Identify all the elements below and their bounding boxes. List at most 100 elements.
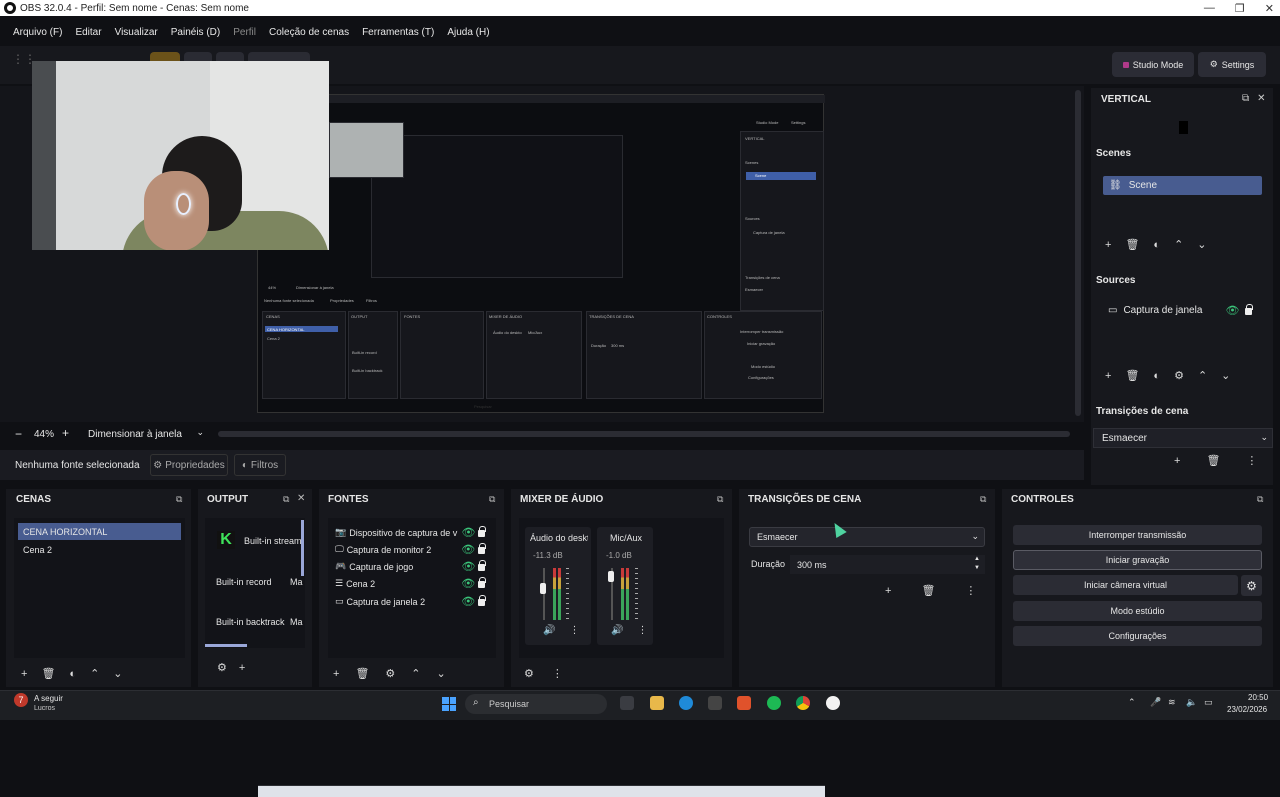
trash-icon[interactable]: 🗑 — [41, 667, 55, 680]
volume-fader-knob[interactable] — [608, 571, 614, 582]
speaker-icon[interactable]: 🔊 — [611, 625, 623, 636]
eye-icon[interactable]: 👁 — [461, 560, 475, 573]
news-widget-icon[interactable]: 7 — [14, 693, 28, 707]
source-item[interactable]: ▭ Captura de janela 2 👁 — [335, 595, 486, 608]
menu-paineis[interactable]: Painéis (D) — [171, 27, 220, 38]
undock-icon[interactable]: ⧉ — [717, 494, 723, 505]
preview-horizontal-scrollbar[interactable] — [218, 431, 1070, 437]
file-explorer-icon[interactable] — [650, 696, 664, 710]
undock-icon[interactable]: ⧉ — [283, 494, 289, 505]
chevron-up-icon[interactable]: ⌃ — [1174, 238, 1183, 251]
lock-icon[interactable] — [478, 526, 486, 537]
undock-icon[interactable]: ⧉ — [176, 494, 182, 505]
undock-icon[interactable]: ⧉ — [1257, 494, 1263, 505]
microphone-icon[interactable]: 🎤 — [1150, 697, 1161, 708]
output-scroll-indicator[interactable] — [205, 644, 247, 647]
vertical-transition-select[interactable]: Esmaecer ⌄ — [1093, 428, 1273, 448]
minimize-icon[interactable]: — — [1204, 2, 1215, 14]
undock-icon[interactable]: ⧉ — [980, 494, 986, 505]
grip-handle-icon[interactable]: ⋮⋮ — [12, 53, 36, 74]
preview-vertical-scrollbar[interactable] — [1075, 90, 1081, 416]
close-icon[interactable]: ✕ — [1257, 93, 1265, 104]
duration-input[interactable]: 300 ms ▲ ▼ — [790, 555, 985, 574]
eye-icon[interactable]: 👁 — [1225, 304, 1239, 317]
obs-taskbar-icon[interactable] — [826, 696, 840, 710]
transition-select[interactable]: Esmaecer ⌄ — [749, 527, 985, 547]
network-icon[interactable]: ≋ — [1168, 697, 1176, 708]
maximize-icon[interactable]: ❐ — [1235, 2, 1245, 15]
volume-fader-knob[interactable] — [540, 583, 546, 594]
stop-streaming-button[interactable]: Interromper transmissão — [1013, 525, 1262, 545]
source-item[interactable]: 🖵 Captura de monitor 2 👁 — [335, 543, 486, 556]
studio-mode-control-button[interactable]: Modo estúdio — [1013, 601, 1262, 621]
lock-icon[interactable] — [478, 543, 486, 554]
trash-icon[interactable]: 🗑 — [1125, 369, 1139, 382]
spotify-icon[interactable] — [767, 696, 781, 710]
settings-button[interactable]: ⚙ Settings — [1198, 52, 1266, 77]
add-icon[interactable]: + — [1174, 455, 1180, 467]
menu-ajuda[interactable]: Ajuda (H) — [447, 27, 489, 38]
more-icon[interactable]: ⋮ — [1246, 454, 1257, 467]
source-item[interactable]: 🎮 Captura de jogo 👁 — [335, 560, 486, 573]
taskbar-date[interactable]: 23/02/2026 — [1227, 705, 1267, 714]
taskbar-search[interactable]: ⌕ Pesquisar — [465, 694, 607, 714]
virtual-camera-settings-button[interactable]: ⚙ — [1241, 575, 1262, 596]
chevron-up-icon[interactable]: ⌃ — [1198, 369, 1207, 382]
chevron-down-icon[interactable]: ⌄ — [437, 667, 446, 680]
tray-chevron-up-icon[interactable]: ⌃ — [1128, 697, 1136, 708]
chevron-down-icon[interactable]: ⌄ — [113, 667, 122, 680]
eye-icon[interactable]: 👁 — [461, 577, 475, 590]
output-vertical-scrollbar[interactable] — [301, 520, 304, 576]
add-icon[interactable]: + — [1105, 370, 1111, 382]
source-item[interactable]: 📷 Dispositivo de captura de vídeo 👁 — [335, 526, 486, 539]
configuracoes-button[interactable]: Configurações — [1013, 626, 1262, 646]
brave-browser-icon[interactable] — [737, 696, 751, 710]
lock-icon[interactable] — [478, 577, 486, 588]
lock-icon[interactable] — [1245, 304, 1254, 315]
gear-icon[interactable]: ⚙ — [524, 667, 534, 680]
undock-icon[interactable]: ⧉ — [489, 494, 495, 505]
trash-icon[interactable]: 🗑 — [921, 584, 935, 597]
trash-icon[interactable]: 🗑 — [1125, 238, 1139, 251]
add-icon[interactable]: + — [333, 668, 339, 680]
close-icon[interactable]: ✕ — [297, 493, 305, 504]
filter-icon[interactable]: ◐ — [69, 668, 76, 680]
menu-editar[interactable]: Editar — [75, 27, 101, 38]
taskbar-time[interactable]: 20:50 — [1248, 693, 1268, 702]
eye-icon[interactable]: 👁 — [461, 595, 475, 608]
edge-browser-icon[interactable] — [679, 696, 693, 710]
menu-ferramentas[interactable]: Ferramentas (T) — [362, 27, 434, 38]
chevron-up-icon[interactable]: ⌃ — [90, 667, 99, 680]
add-icon[interactable]: + — [1105, 239, 1111, 251]
start-recording-button[interactable]: Iniciar gravação — [1013, 550, 1262, 570]
zoom-out-icon[interactable]: − — [15, 427, 22, 441]
more-icon[interactable]: ⋮ — [552, 667, 563, 680]
more-icon[interactable]: ⋮ — [569, 625, 579, 636]
eye-icon[interactable]: 👁 — [461, 543, 475, 556]
zoom-in-icon[interactable]: + — [62, 426, 69, 440]
filter-icon[interactable]: ◐ — [1153, 370, 1160, 382]
vertical-source-item[interactable]: ▭ Captura de janela 👁 — [1108, 304, 1254, 317]
undock-icon[interactable]: ⧉ — [1242, 93, 1249, 104]
trash-icon[interactable]: 🗑 — [1206, 454, 1220, 467]
menu-visualizar[interactable]: Visualizar — [115, 27, 158, 38]
scene-item-cena-2[interactable]: Cena 2 — [18, 541, 181, 558]
add-icon[interactable]: + — [885, 585, 891, 597]
windows-start-icon[interactable] — [442, 697, 456, 711]
studio-mode-button[interactable]: Studio Mode — [1112, 52, 1194, 77]
eye-icon[interactable]: 👁 — [461, 526, 475, 539]
lock-icon[interactable] — [478, 560, 486, 571]
more-icon[interactable]: ⋮ — [965, 584, 976, 597]
task-view-icon[interactable] — [620, 696, 634, 710]
trash-icon[interactable]: 🗑 — [355, 667, 369, 680]
gear-icon[interactable]: ⚙ — [385, 667, 395, 680]
vertical-scene-item[interactable]: ⛓ Scene — [1103, 176, 1262, 195]
menu-arquivo[interactable]: Arquivo (F) — [13, 27, 62, 38]
scale-mode-select[interactable]: Dimensionar à janela ⌄ — [82, 426, 210, 442]
spinner-arrows-icon[interactable]: ▲ ▼ — [974, 555, 980, 573]
volume-fader-track[interactable] — [543, 568, 545, 620]
scene-item-cena-horizontal[interactable]: CENA HORIZONTAL — [18, 523, 181, 540]
menu-colecao-cenas[interactable]: Coleção de cenas — [269, 27, 349, 38]
gear-icon[interactable]: ⚙ — [217, 661, 227, 674]
speaker-icon[interactable]: 🔊 — [543, 625, 555, 636]
